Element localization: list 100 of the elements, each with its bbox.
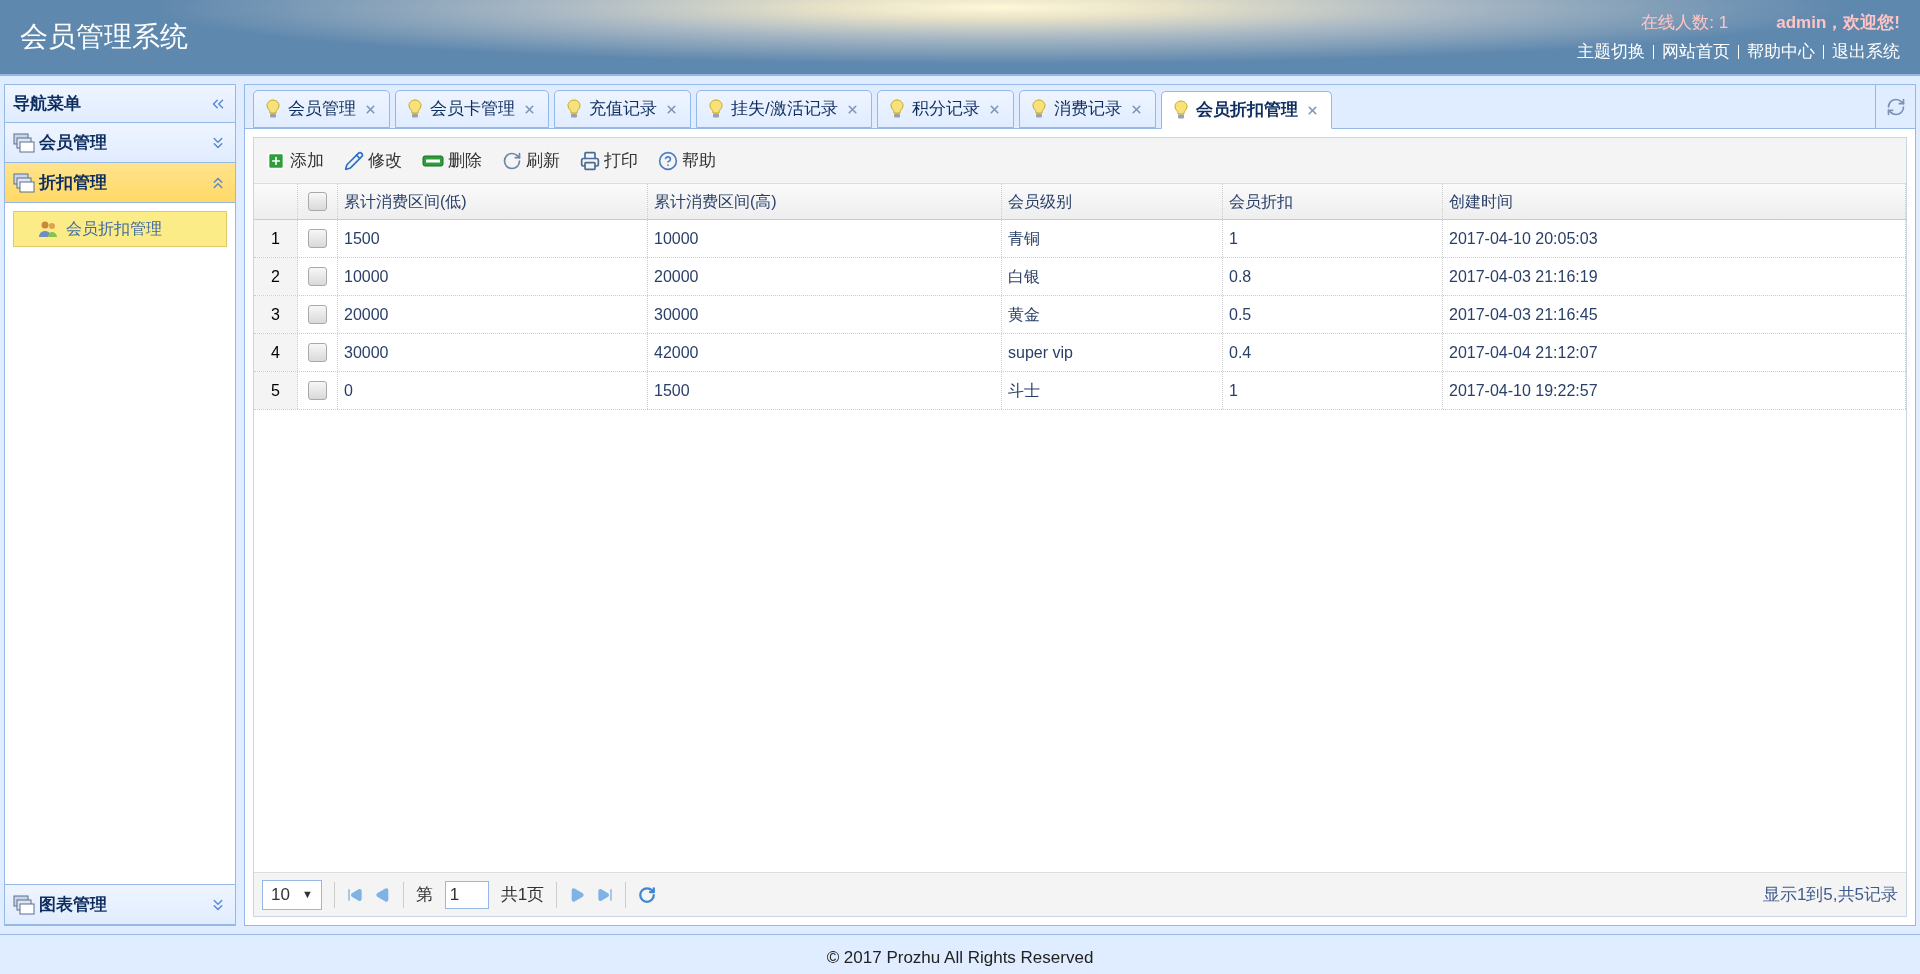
windows-icon: [13, 172, 35, 193]
help-icon: [658, 150, 678, 171]
app-title: 会员管理系统: [20, 20, 188, 54]
row-number: 2: [254, 258, 298, 295]
tab[interactable]: 积分记录: [876, 90, 1014, 128]
toolbar-button[interactable]: 打印: [576, 145, 642, 176]
windows-icon: [13, 132, 35, 153]
close-icon[interactable]: [523, 102, 536, 116]
table-cell: 1500: [648, 372, 1002, 409]
close-icon[interactable]: [665, 102, 678, 116]
lightbulb-icon: [1173, 100, 1188, 120]
lightbulb-icon: [567, 99, 581, 119]
close-icon[interactable]: [1305, 103, 1319, 117]
header-link[interactable]: 主题切换: [1577, 39, 1645, 65]
refresh-icon: [502, 150, 522, 171]
table-cell: 30000: [338, 334, 648, 371]
table-cell: 青铜: [1002, 220, 1223, 257]
toolbar-button[interactable]: 删除: [418, 145, 486, 176]
tab[interactable]: 消费记录: [1018, 90, 1156, 128]
checkbox[interactable]: [308, 267, 327, 286]
close-icon[interactable]: [1129, 102, 1143, 116]
toolbar-button[interactable]: 刷新: [498, 145, 564, 176]
table-cell: 30000: [648, 296, 1002, 333]
header-link[interactable]: 网站首页: [1662, 39, 1730, 65]
tab[interactable]: 充值记录: [554, 90, 691, 128]
sidebar-section[interactable]: 图表管理: [5, 885, 235, 925]
first-page-icon[interactable]: [346, 886, 363, 903]
welcome-text: admin，欢迎您!: [1776, 11, 1900, 34]
table-cell: 10000: [338, 258, 648, 295]
lightbulb-icon: [408, 99, 422, 119]
checkbox[interactable]: [308, 343, 327, 362]
table-cell: super vip: [1002, 334, 1223, 371]
tab[interactable]: 会员折扣管理: [1160, 91, 1332, 129]
online-count: 在线人数: 1: [1641, 11, 1729, 34]
column-header[interactable]: 会员折扣: [1223, 184, 1443, 219]
table-cell: 1: [1223, 220, 1443, 257]
section-title: 会员管理: [39, 131, 108, 154]
column-header[interactable]: 累计消费区间(低): [338, 184, 648, 219]
table-cell: 2017-04-10 19:22:57: [1443, 372, 1906, 409]
tab[interactable]: 会员管理: [253, 90, 390, 128]
sidebar-section[interactable]: 会员管理: [5, 123, 235, 163]
dropdown-arrow: ▼: [301, 887, 313, 903]
users-icon: [38, 220, 58, 238]
reload-icon[interactable]: [638, 885, 657, 904]
next-page-icon[interactable]: [569, 886, 586, 903]
table-cell: 2017-04-10 20:05:03: [1443, 220, 1906, 257]
column-header[interactable]: 创建时间: [1443, 184, 1906, 219]
copyright-text: © 2017 Prozhu All Rights Reserved: [826, 946, 1094, 969]
toolbar-button[interactable]: 帮助: [654, 145, 720, 176]
table-cell: 白银: [1002, 258, 1223, 295]
column-header[interactable]: 累计消费区间(高): [648, 184, 1002, 219]
table-cell: 0.4: [1223, 334, 1443, 371]
page-total: 共1页: [500, 883, 545, 906]
lightbulb-icon: [709, 99, 723, 119]
row-number: 5: [254, 372, 298, 409]
previous-page-icon[interactable]: [374, 886, 391, 903]
header-link[interactable]: 帮助中心: [1747, 39, 1815, 65]
checkbox[interactable]: [308, 381, 327, 400]
refresh-icon[interactable]: [1885, 96, 1906, 117]
sidebar-section[interactable]: 折扣管理: [5, 163, 235, 203]
tab[interactable]: 会员卡管理: [395, 90, 549, 128]
table-cell: 0: [338, 372, 648, 409]
checkbox[interactable]: [308, 305, 327, 324]
table-cell: 10000: [648, 220, 1002, 257]
table-cell: 20000: [648, 258, 1002, 295]
close-icon[interactable]: [845, 102, 859, 116]
row-number: 1: [254, 220, 298, 257]
table-cell: 2017-04-04 21:12:07: [1443, 334, 1906, 371]
checkbox[interactable]: [308, 192, 327, 211]
printer-icon: [580, 150, 600, 171]
close-icon[interactable]: [987, 102, 1001, 116]
column-header[interactable]: 会员级别: [1002, 184, 1223, 219]
lightbulb-icon: [889, 99, 904, 119]
table-cell: 斗士: [1002, 372, 1223, 409]
toolbar-button[interactable]: 添加: [262, 145, 328, 176]
table-cell: 1: [1223, 372, 1443, 409]
table-cell: 2017-04-03 21:16:45: [1443, 296, 1906, 333]
last-page-icon[interactable]: [597, 886, 614, 903]
tab[interactable]: 挂失/激活记录: [696, 90, 872, 128]
table-cell: 0.8: [1223, 258, 1443, 295]
row-number: 3: [254, 296, 298, 333]
record-summary: 显示1到5,共5记录: [1762, 883, 1898, 906]
plus-icon: [266, 150, 286, 171]
checkbox[interactable]: [308, 229, 327, 248]
header-link[interactable]: 退出系统: [1832, 39, 1900, 65]
page-number-field[interactable]: 1: [444, 880, 489, 909]
section-title: 折扣管理: [39, 171, 108, 194]
minus-icon: [422, 154, 444, 167]
table-cell: 黄金: [1002, 296, 1223, 333]
lightbulb-icon: [1031, 99, 1046, 119]
sidebar-item[interactable]: 会员折扣管理: [13, 211, 227, 247]
page-size-select[interactable]: 10 ▼: [262, 879, 322, 910]
lightbulb-icon: [266, 99, 280, 119]
table-cell: 1500: [338, 220, 648, 257]
toolbar-button[interactable]: 修改: [340, 145, 406, 176]
section-title: 图表管理: [39, 893, 108, 916]
sidebar-title: 导航菜单: [13, 92, 82, 115]
table-cell: 0.5: [1223, 296, 1443, 333]
close-icon[interactable]: [364, 102, 377, 116]
table-cell: 20000: [338, 296, 648, 333]
